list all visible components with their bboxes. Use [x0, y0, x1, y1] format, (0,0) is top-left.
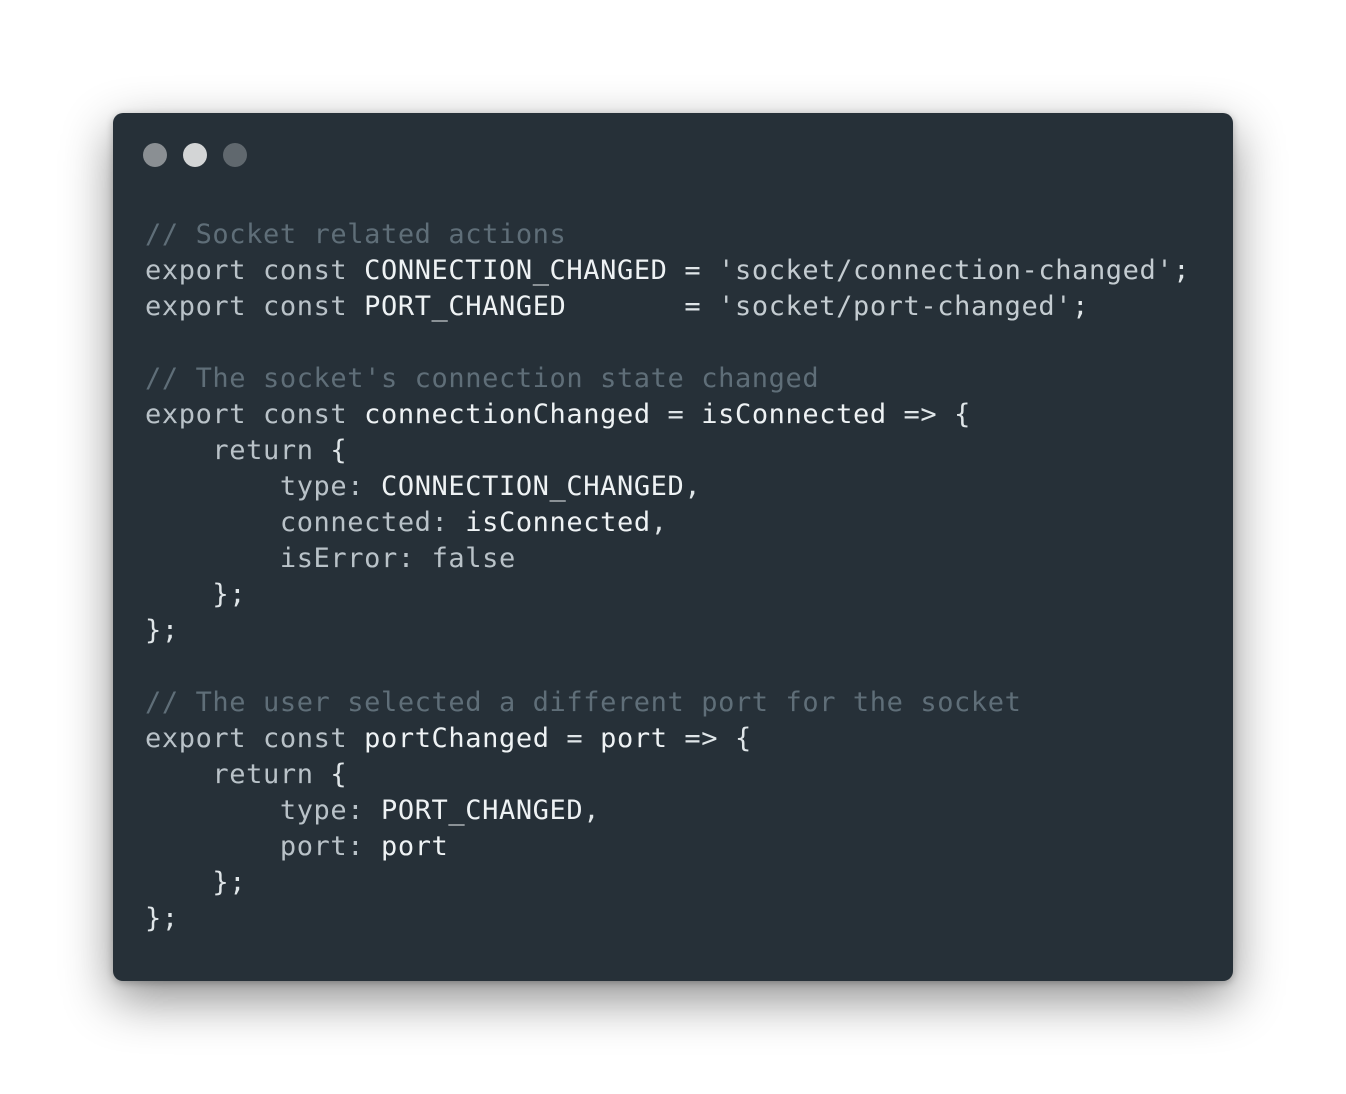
zoom-dot-icon[interactable]	[223, 143, 247, 167]
code-punctuation: ;	[229, 867, 247, 898]
code-keyword: export	[145, 291, 247, 322]
code-line: };	[145, 577, 1190, 613]
code-punctuation: =>	[903, 399, 938, 430]
code-punctuation: }	[212, 867, 230, 898]
code-line: // Socket related actions	[145, 217, 1190, 253]
code-punctuation: ;	[229, 579, 247, 610]
code-property: type	[279, 471, 348, 502]
code-punctuation: :	[431, 507, 449, 538]
code-line: type: CONNECTION_CHANGED,	[145, 469, 1190, 505]
code-punctuation: =	[667, 399, 685, 430]
code-punctuation: ;	[1072, 291, 1089, 322]
window-controls	[143, 143, 247, 167]
code-punctuation: ;	[161, 615, 179, 646]
code-punctuation: :	[347, 831, 365, 862]
code-punctuation: }	[145, 903, 162, 934]
code-line: export const connectionChanged = isConne…	[145, 397, 1190, 433]
code-keyword: export	[145, 255, 247, 286]
code-punctuation: }	[145, 615, 162, 646]
code-keyword: return	[212, 435, 314, 466]
code-punctuation: ,	[650, 507, 668, 538]
code-keyword: export	[145, 399, 247, 430]
code-punctuation: ,	[684, 471, 702, 502]
code-identifier: CONNECTION_CHANGED	[364, 255, 668, 286]
code-line: };	[145, 901, 1190, 937]
minimize-dot-icon[interactable]	[183, 143, 207, 167]
code-line: // The user selected a different port fo…	[145, 685, 1190, 721]
code-property: connected	[279, 507, 432, 538]
code-identifier: portChanged	[364, 723, 550, 754]
code-punctuation: ;	[1173, 255, 1191, 286]
code-punctuation: =>	[684, 723, 719, 754]
code-line: export const CONNECTION_CHANGED = 'socke…	[145, 253, 1190, 289]
code-line: };	[145, 865, 1190, 901]
code-line: return {	[145, 433, 1190, 469]
code-identifier: port	[600, 723, 668, 754]
code-punctuation: =	[566, 723, 584, 754]
code-identifier: CONNECTION_CHANGED	[380, 471, 685, 502]
code-keyword: const	[263, 291, 348, 322]
code-punctuation: {	[330, 759, 348, 790]
code-keyword: return	[212, 759, 314, 790]
code-line: connected: isConnected,	[145, 505, 1190, 541]
code-line: isError: false	[145, 541, 1190, 577]
code-identifier: isConnected	[465, 507, 651, 538]
code-punctuation: {	[954, 399, 971, 430]
code-keyword: export	[145, 723, 247, 754]
code-window: // Socket related actions export const CO…	[113, 113, 1233, 981]
code-property: isError	[279, 543, 398, 574]
code-keyword: const	[263, 255, 348, 286]
code-string: 'socket/port-changed'	[718, 291, 1073, 322]
code-line: export const portChanged = port => {	[145, 721, 1190, 757]
code-literal: false	[431, 543, 516, 574]
code-punctuation: {	[330, 435, 348, 466]
code-property: port	[279, 831, 348, 862]
code-line: // The socket's connection state changed	[145, 361, 1190, 397]
code-string: 'socket/connection-changed'	[718, 255, 1174, 286]
code-comment: // Socket related actions	[145, 219, 567, 250]
code-punctuation: :	[347, 795, 365, 826]
code-punctuation: =	[684, 255, 702, 286]
code-line: };	[145, 613, 1190, 649]
code-line: return {	[145, 757, 1190, 793]
code-punctuation: ,	[583, 795, 601, 826]
code-punctuation: =	[684, 291, 702, 322]
code-punctuation: }	[212, 579, 230, 610]
code-punctuation: :	[397, 543, 415, 574]
code-identifier: PORT_CHANGED	[380, 795, 584, 826]
code-comment: // The socket's connection state changed	[145, 363, 820, 394]
code-identifier: connectionChanged	[364, 399, 651, 430]
code-line: export const PORT_CHANGED = 'socket/port…	[145, 289, 1190, 325]
code-punctuation: {	[735, 723, 752, 754]
code-punctuation: ;	[161, 903, 179, 934]
code-identifier: isConnected	[701, 399, 887, 430]
code-punctuation: :	[347, 471, 365, 502]
code-comment: // The user selected a different port fo…	[145, 687, 1022, 718]
code-line: port: port	[145, 829, 1190, 865]
code-keyword: const	[263, 399, 348, 430]
code-identifier: PORT_CHANGED	[364, 291, 567, 322]
close-dot-icon[interactable]	[143, 143, 167, 167]
code-block: // Socket related actions export const CO…	[145, 217, 1190, 937]
code-keyword: const	[263, 723, 348, 754]
code-line: type: PORT_CHANGED,	[145, 793, 1190, 829]
code-identifier: port	[380, 831, 449, 862]
code-property: type	[279, 795, 348, 826]
